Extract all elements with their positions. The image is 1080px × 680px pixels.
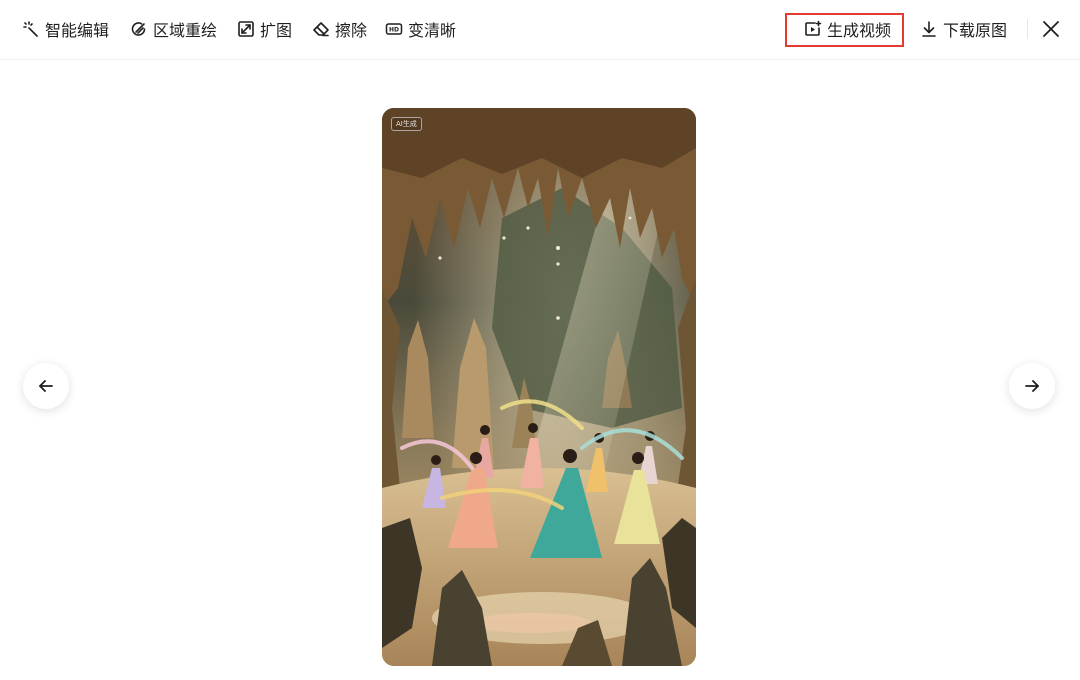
next-image-button[interactable] [1009,363,1055,409]
download-original-button[interactable]: 下载原图 [920,16,1007,42]
generate-video-label: 生成视频 [827,21,892,40]
expand-icon [238,21,254,37]
video-add-icon [805,20,822,36]
close-icon [1043,21,1059,37]
download-icon [922,21,936,37]
arrow-left-icon [39,380,53,392]
enhance-label: 变清晰 [408,21,457,40]
expand-label: 扩图 [260,21,293,40]
previous-image-button[interactable] [23,363,69,409]
erase-label: 擦除 [335,21,368,40]
download-original-label: 下载原图 [943,21,1008,40]
expand-button[interactable]: 扩图 [237,16,292,42]
ai-generated-badge: AI生成 [391,117,422,131]
magic-wand-icon [23,21,38,37]
brush-circle-icon [131,22,146,36]
top-toolbar: 智能编辑 区域重绘 扩图 擦除 HD 变清晰 生成视频 下载原图 [0,0,1080,60]
erase-button[interactable]: 擦除 [312,16,367,42]
svg-text:HD: HD [389,27,399,34]
enhance-button[interactable]: HD 变清晰 [385,16,456,42]
close-button[interactable] [1040,18,1062,40]
hd-icon: HD [385,23,403,35]
toolbar-divider [1027,19,1028,39]
smart-edit-button[interactable]: 智能编辑 [22,16,109,42]
generate-video-button[interactable]: 生成视频 [804,16,891,42]
cave-dancers-illustration [382,108,696,666]
arrow-right-icon [1025,380,1039,392]
generated-image: AI生成 [382,108,696,666]
smart-edit-label: 智能编辑 [45,21,110,40]
region-redraw-button[interactable]: 区域重绘 [130,16,217,42]
region-redraw-label: 区域重绘 [153,21,218,40]
eraser-icon [313,22,329,37]
